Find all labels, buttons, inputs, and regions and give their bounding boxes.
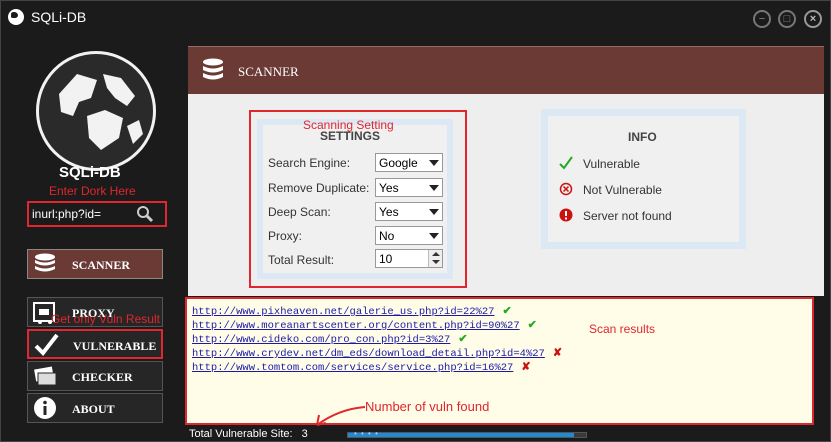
scan-results-list: http://www.pixheaven.net/galerie_us.php?… (185, 297, 814, 425)
search-engine-value: Google (379, 156, 418, 170)
globe-icon (8, 9, 24, 25)
app-name: SQLi-DB (59, 164, 121, 181)
info-icon (32, 396, 58, 420)
scanner-header: SCANNER (188, 46, 824, 94)
nav-about-button[interactable]: ABOUT (27, 393, 163, 423)
maximize-button[interactable]: □ (778, 10, 796, 28)
dork-search-box (27, 201, 167, 227)
database-icon (200, 57, 226, 85)
remove-duplicate-select[interactable]: Yes (375, 178, 443, 197)
annotation-arrow-icon (316, 406, 366, 426)
nav-vulnerable-label: VULNERABLE (73, 339, 157, 353)
window-title: SQLi-DB (31, 9, 87, 25)
legend-not-vulnerable: Not Vulnerable (583, 183, 662, 197)
proxy-select[interactable]: No (375, 226, 443, 245)
total-result-value: 10 (379, 252, 393, 266)
nav-checker-button[interactable]: CHECKER (27, 361, 163, 391)
proxy-label: Proxy: (268, 229, 303, 243)
app-window: SQLi-DB − □ × SQLi-DB Enter Dork Here in… (0, 0, 831, 442)
annotation-scan-results: Scan results (589, 322, 656, 336)
nav-scanner-label: SCANNER (72, 258, 131, 272)
database-icon (32, 252, 58, 276)
annotation-number-vuln: Number of vuln found (365, 399, 490, 414)
chevron-down-icon (429, 233, 439, 239)
search-engine-label: Search Engine: (268, 156, 351, 170)
result-row[interactable]: http://www.cideko.com/pro_con.php?id=3%2… (192, 329, 468, 346)
title-bar[interactable]: SQLi-DB − □ × (1, 1, 830, 33)
legend-vulnerable: Vulnerable (583, 157, 640, 171)
annotation-enter-dork: Enter Dork Here (49, 184, 136, 198)
total-result-stepper[interactable]: 10 (375, 249, 443, 268)
nav-vulnerable-button[interactable]: VULNERABLE (27, 329, 163, 359)
not-vulnerable-x-icon: ✘ (552, 347, 563, 359)
dork-search-input[interactable] (30, 204, 130, 224)
progress-indicator: • • • • (354, 429, 379, 438)
chevron-down-icon (429, 160, 439, 166)
total-result-label: Total Result: (268, 253, 335, 267)
proxy-value: No (379, 229, 395, 243)
info-title: INFO (628, 130, 657, 144)
circle-x-icon (559, 182, 573, 196)
search-icon[interactable] (135, 205, 155, 223)
remove-duplicate-label: Remove Duplicate: (268, 181, 370, 195)
minimize-button[interactable]: − (753, 10, 771, 28)
total-vulnerable-label: Total Vulnerable Site: (189, 428, 293, 440)
annotation-vuln-result: Get only Vuln Result (51, 312, 160, 326)
legend-server-not-found: Server not found (583, 209, 672, 223)
vulnerable-check-icon: ✔ (527, 319, 537, 331)
result-url[interactable]: http://www.tomtom.com/services/service.p… (192, 362, 513, 374)
chevron-down-icon (429, 185, 439, 191)
check-icon (559, 156, 573, 170)
close-button[interactable]: × (804, 10, 822, 28)
nav-scanner-button[interactable]: SCANNER (27, 249, 163, 279)
settings-title: SETTINGS (320, 129, 381, 143)
total-vulnerable-status: Total Vulnerable Site: 3 (189, 428, 308, 440)
result-row[interactable]: http://www.tomtom.com/services/service.p… (192, 357, 531, 374)
remove-duplicate-value: Yes (379, 181, 399, 195)
not-vulnerable-x-icon: ✘ (521, 361, 531, 373)
checkmark-icon (33, 333, 59, 357)
result-row[interactable]: http://www.crydev.net/dm_eds/download_de… (192, 343, 563, 360)
deep-scan-value: Yes (379, 205, 399, 219)
deep-scan-select[interactable]: Yes (375, 202, 443, 221)
nav-checker-label: CHECKER (72, 370, 133, 384)
deep-scan-label: Deep Scan: (268, 205, 331, 219)
search-engine-select[interactable]: Google (375, 153, 443, 172)
logo-globe-icon (36, 51, 156, 171)
scan-progress-bar: • • • • (347, 429, 587, 438)
progress-fill (348, 433, 575, 437)
nav-about-label: ABOUT (72, 402, 115, 416)
cards-icon (32, 364, 58, 388)
stepper-arrows-icon[interactable] (428, 250, 442, 267)
chevron-down-icon (429, 209, 439, 215)
result-row[interactable]: http://www.pixheaven.net/galerie_us.php?… (192, 301, 512, 318)
result-row[interactable]: http://www.moreanartscenter.org/content.… (192, 315, 537, 332)
alert-icon (559, 208, 573, 222)
page-title: SCANNER (238, 64, 299, 79)
total-vulnerable-count: 3 (301, 428, 308, 440)
